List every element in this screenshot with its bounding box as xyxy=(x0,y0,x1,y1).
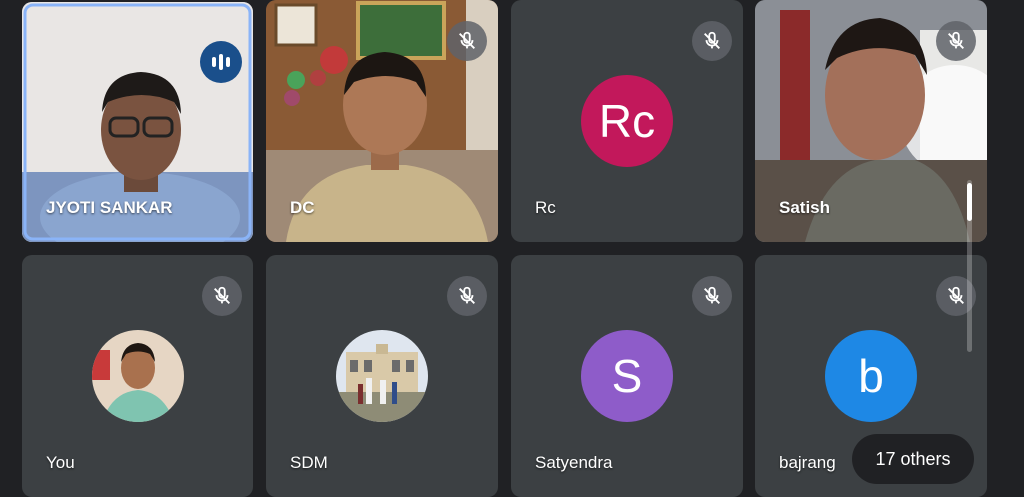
mic-off-icon xyxy=(692,21,732,61)
participant-tile-you[interactable]: You xyxy=(22,255,253,497)
mic-off-icon xyxy=(936,21,976,61)
participant-name: Rc xyxy=(535,198,556,217)
participant-name: DC xyxy=(290,198,315,217)
participant-name: JYOTI SANKAR xyxy=(46,198,173,217)
participant-tile-dc[interactable]: DC xyxy=(266,0,498,242)
avatar xyxy=(336,330,428,422)
avatar: Rc xyxy=(581,75,673,167)
mic-off-icon xyxy=(447,21,487,61)
audio-level-icon xyxy=(200,41,242,83)
avatar: S xyxy=(581,330,673,422)
participant-tile-sdm[interactable]: SDM xyxy=(266,255,498,497)
avatar xyxy=(91,330,184,422)
participant-name: Satish xyxy=(779,198,831,217)
participant-name: You xyxy=(46,453,75,472)
participant-tile-satyendra[interactable]: S Satyendra xyxy=(511,255,743,497)
participant-name: Satyendra xyxy=(535,453,613,472)
others-button[interactable]: 17 others xyxy=(852,434,974,484)
mic-off-icon xyxy=(202,276,242,316)
avatar: b xyxy=(825,330,917,422)
participant-name: SDM xyxy=(290,453,328,472)
participant-tile-satish[interactable]: Satish xyxy=(755,0,987,242)
participant-tile-jyoti-sankar[interactable]: JYOTI SANKAR xyxy=(22,2,253,242)
mic-off-icon xyxy=(692,276,732,316)
mic-off-icon xyxy=(447,276,487,316)
participant-tile-rc[interactable]: Rc Rc xyxy=(511,0,743,242)
participant-name: bajrang xyxy=(779,453,836,472)
scrollbar-thumb[interactable] xyxy=(967,183,972,221)
